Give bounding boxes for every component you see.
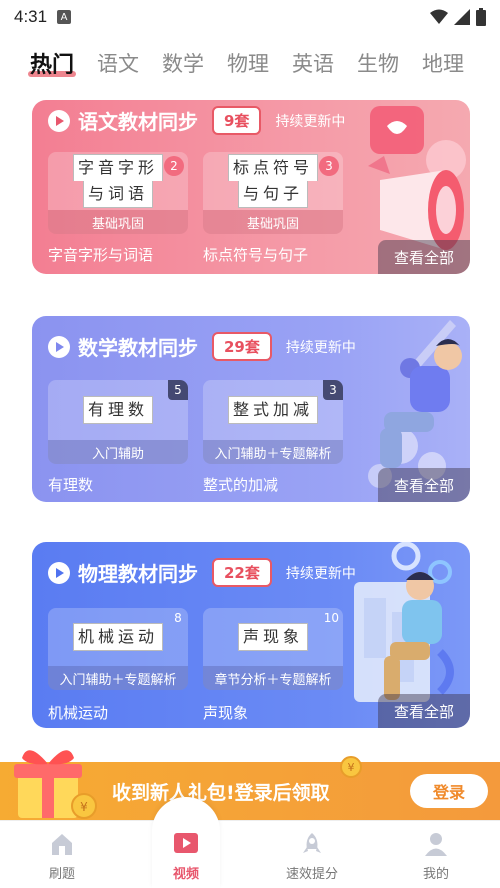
thumb-title: 有理数 <box>82 396 153 424</box>
thumb-title-line2: 与句子 <box>237 181 308 208</box>
view-all-button[interactable]: 查看全部 <box>378 240 470 274</box>
set-count-badge: 22套 <box>212 558 272 587</box>
card-title: 数学教材同步 <box>78 336 198 360</box>
lesson-label[interactable]: 机械运动 <box>48 702 108 723</box>
lesson-thumbnail[interactable]: 标点符号 与句子 3 基础巩固 <box>203 152 343 234</box>
lesson-label[interactable]: 标点符号与句子 <box>203 244 308 265</box>
coin-icon: ¥ <box>340 756 362 778</box>
lesson-count: 5 <box>168 380 188 400</box>
lesson-label[interactable]: 声现象 <box>203 702 248 723</box>
thumb-title: 整式加减 <box>227 396 318 424</box>
thumb-title: 机械运动 <box>72 623 163 651</box>
lesson-count: 3 <box>319 156 339 176</box>
lesson-thumbnail[interactable]: 机械运动 8 入门辅助＋专题解析 <box>48 608 188 690</box>
nav-profile[interactable]: 我的 <box>396 831 476 882</box>
chinese-textbook-card[interactable]: 语文教材同步 9套 持续更新中 字音字形 与词语 2 基础巩固 字音字形与词语 … <box>32 100 470 274</box>
video-icon <box>174 833 198 853</box>
tab-physics[interactable]: 物理 <box>227 48 269 78</box>
play-icon <box>48 561 70 584</box>
set-count-badge: 29套 <box>212 332 272 361</box>
tab-math[interactable]: 数学 <box>162 48 204 78</box>
thumb-footer: 基础巩固 <box>48 210 188 234</box>
thumb-title-line1: 字音字形 <box>72 154 163 181</box>
set-count-badge: 9套 <box>212 106 262 135</box>
rocket-icon <box>303 833 321 853</box>
lesson-count: 2 <box>164 156 184 176</box>
view-all-button[interactable]: 查看全部 <box>378 468 470 502</box>
status-time: 4:31 <box>14 7 48 26</box>
thumb-footer: 章节分析＋专题解析 <box>203 666 343 690</box>
play-icon <box>48 335 70 358</box>
tab-biology[interactable]: 生物 <box>357 48 399 78</box>
nav-label: 视频 <box>172 867 199 882</box>
status-bar: 4:31 A <box>0 0 500 34</box>
status-icons <box>430 8 486 26</box>
nav-label: 刷题 <box>48 867 75 882</box>
thumb-footer: 入门辅助＋专题解析 <box>203 440 343 464</box>
notification-icon: A <box>57 10 72 24</box>
thumb-footer: 入门辅助＋专题解析 <box>48 666 188 690</box>
new-user-gift-banner[interactable]: ¥ ¥ 收到新人礼包!登录后领取 登录 <box>0 750 500 820</box>
banner-text: 收到新人礼包!登录后领取 <box>112 782 330 804</box>
lesson-count: 10 <box>323 611 339 625</box>
update-status: 持续更新中 <box>285 339 356 356</box>
card-header: 物理教材同步 22套 持续更新中 <box>48 558 356 587</box>
lesson-label[interactable]: 字音字形与词语 <box>48 244 153 265</box>
tab-geography[interactable]: 地理 <box>422 48 464 78</box>
tab-chinese[interactable]: 语文 <box>97 48 139 78</box>
bottom-nav: 刷题 视频 速效提分 我的 <box>0 797 500 888</box>
subject-tabs: 热门 语文 数学 物理 英语 生物 地理 <box>0 40 500 86</box>
nav-label: 我的 <box>422 867 449 882</box>
gift-box-icon: ¥ <box>14 750 97 819</box>
nav-label: 速效提分 <box>285 867 338 882</box>
svg-text:¥: ¥ <box>348 761 355 774</box>
card-title: 物理教材同步 <box>78 562 198 586</box>
thumb-title: 声现象 <box>237 623 308 651</box>
lesson-thumbnail[interactable]: 有理数 5 入门辅助 <box>48 380 188 464</box>
svg-text:¥: ¥ <box>80 800 88 814</box>
signal-icon <box>454 9 470 25</box>
nav-quick-boost[interactable]: 速效提分 <box>272 831 352 882</box>
tab-hot[interactable]: 热门 <box>27 47 77 79</box>
card-header: 数学教材同步 29套 持续更新中 <box>48 332 356 361</box>
tab-english[interactable]: 英语 <box>292 48 334 78</box>
lesson-count: 3 <box>323 380 343 400</box>
person-icon <box>425 833 447 856</box>
lesson-thumbnail[interactable]: 声现象 10 章节分析＋专题解析 <box>203 608 343 690</box>
lesson-label[interactable]: 有理数 <box>48 474 93 495</box>
wifi-icon <box>430 9 448 24</box>
lesson-thumbnail[interactable]: 整式加减 3 入门辅助＋专题解析 <box>203 380 343 464</box>
view-all-button[interactable]: 查看全部 <box>378 694 470 728</box>
math-textbook-card[interactable]: 数学教材同步 29套 持续更新中 有理数 5 入门辅助 有理数 整式加减 3 入… <box>32 316 470 502</box>
nav-practice[interactable]: 刷题 <box>22 831 102 882</box>
physics-textbook-card[interactable]: 物理教材同步 22套 持续更新中 机械运动 8 入门辅助＋专题解析 机械运动 声… <box>32 542 470 728</box>
card-header: 语文教材同步 9套 持续更新中 <box>48 106 345 135</box>
thumb-title-line1: 标点符号 <box>227 154 318 181</box>
house-icon <box>52 834 72 855</box>
login-button[interactable]: 登录 <box>410 774 488 808</box>
nav-video[interactable]: 视频 <box>146 829 226 882</box>
lesson-count: 8 <box>174 611 182 625</box>
lesson-label[interactable]: 整式的加减 <box>203 474 278 495</box>
update-status: 持续更新中 <box>275 113 346 130</box>
update-status: 持续更新中 <box>285 565 356 582</box>
lesson-thumbnail[interactable]: 字音字形 与词语 2 基础巩固 <box>48 152 188 234</box>
thumb-footer: 基础巩固 <box>203 210 343 234</box>
thumb-title-line2: 与词语 <box>82 181 153 208</box>
thumb-footer: 入门辅助 <box>48 440 188 464</box>
card-title: 语文教材同步 <box>78 110 198 134</box>
play-icon <box>48 109 70 132</box>
battery-icon <box>476 8 486 26</box>
